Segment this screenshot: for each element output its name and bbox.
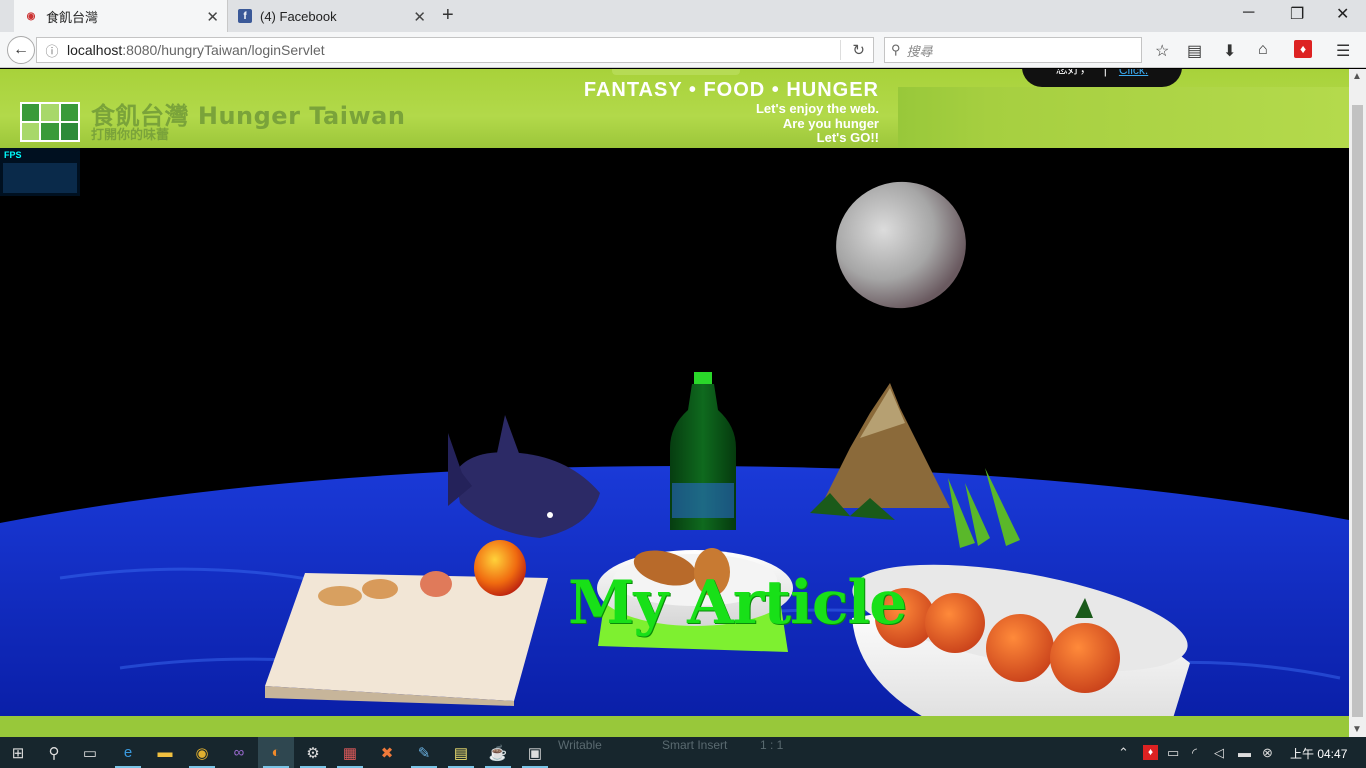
facebook-favicon: f [238, 9, 252, 23]
apple [474, 540, 526, 596]
browser-nav-bar: ← ⓘ localhost:8080/hungryTaiwan/loginSer… [0, 32, 1366, 68]
browser-tab-bar: ◉ 食飢台灣 ✕ f (4) Facebook ✕ + ─ ❐ ✕ [0, 0, 1366, 32]
url-path: :8080/hungryTaiwan/loginServlet [122, 42, 325, 58]
edge-icon[interactable]: e [110, 737, 146, 768]
menu-icon[interactable]: ☰ [1336, 41, 1350, 61]
moon [836, 181, 966, 309]
user-click-link[interactable]: Click. [1119, 69, 1148, 77]
bookmark-star-icon[interactable]: ☆ [1155, 41, 1169, 61]
scroll-up-icon[interactable]: ▲ [1352, 71, 1362, 82]
pill-divider: | [1103, 69, 1107, 77]
reload-icon[interactable]: ↻ [852, 41, 865, 59]
my-article-label[interactable]: My Article [568, 568, 907, 638]
download-icon[interactable]: ⬇ [1223, 41, 1236, 61]
site-subtitle: 打開你的味蕾 [91, 127, 170, 142]
back-arrow-icon[interactable]: ← [7, 36, 35, 64]
tray-expand-icon[interactable]: ⌃ [1118, 745, 1129, 761]
volume-muted-icon[interactable]: ◁ [1214, 745, 1224, 761]
tagline-3: Let's GO!! [816, 130, 879, 145]
tab-title: (4) Facebook [260, 8, 337, 24]
tab-hunger-taiwan[interactable]: ◉ 食飢台灣 ✕ [14, 0, 228, 32]
close-tab-icon[interactable]: ✕ [206, 8, 219, 26]
user-login-pill: 您好， | Click. [1022, 69, 1182, 87]
hunger-taiwan-favicon: ◉ [26, 10, 36, 22]
start-icon[interactable]: ⊞ [0, 737, 36, 768]
close-window-icon[interactable]: ✕ [1336, 4, 1349, 24]
site-info-icon[interactable]: ⓘ [37, 41, 67, 60]
taskbar-clock[interactable]: 上午 04:47 [1290, 745, 1347, 762]
webgl-scene[interactable]: My Article [0, 148, 1349, 737]
xampp-icon[interactable]: ✖ [369, 737, 405, 768]
url-bar[interactable]: ⓘ localhost:8080/hungryTaiwan/loginServl… [36, 37, 874, 63]
terminal-icon[interactable]: ▣ [517, 737, 553, 768]
fps-meter[interactable]: FPS [0, 148, 80, 196]
windows-taskbar: ⊞ ⚲ ▭ e ▬ ◉ ∞ ◐ ⚙ ▦ ✖ ✎ ▤ ☕ ▣ Writable S… [0, 737, 1366, 768]
paint-icon[interactable]: ✎ [406, 737, 442, 768]
java-icon[interactable]: ☕ [480, 737, 516, 768]
fps-label: FPS [4, 150, 22, 160]
search-icon: ⚲ [891, 42, 901, 57]
minimize-icon[interactable]: ─ [1243, 4, 1254, 22]
settings-icon[interactable]: ⚙ [295, 737, 331, 768]
page-scrollbar[interactable]: ▲ ▼ [1349, 69, 1366, 737]
tab-facebook[interactable]: f (4) Facebook ✕ [228, 0, 434, 32]
notepad-icon[interactable]: ▤ [443, 737, 479, 768]
tray-app-icon[interactable]: ♦ [1143, 745, 1158, 760]
page-content: My Article 食飢台灣 Hunger Taiwan 打開你的味蕾 FAN… [0, 69, 1349, 737]
file-explorer-icon[interactable]: ▬ [147, 737, 183, 768]
reading-list-icon[interactable]: ▤ [1187, 41, 1202, 61]
close-tab-icon[interactable]: ✕ [413, 8, 426, 26]
url-host: localhost [67, 42, 123, 58]
restore-icon[interactable]: ❐ [1290, 4, 1304, 24]
chrome-icon[interactable]: ◉ [184, 737, 220, 768]
firefox-icon[interactable]: ◐ [258, 737, 294, 768]
wifi-icon[interactable]: ◜ [1192, 745, 1197, 761]
editor-position-status: 1 : 1 [760, 738, 784, 752]
scrollbar-thumb[interactable] [1352, 105, 1363, 717]
url-divider [840, 40, 841, 60]
tagline-1: Let's enjoy the web. [755, 101, 879, 116]
task-view-icon[interactable]: ▭ [72, 737, 108, 768]
bottle [670, 372, 736, 530]
scroll-down-icon[interactable]: ▼ [1352, 724, 1362, 735]
search-icon[interactable]: ⚲ [36, 737, 72, 768]
editor-insert-status: Smart Insert [662, 738, 728, 752]
tagline-2: Are you hunger [782, 116, 879, 131]
user-greeting: 您好， [1055, 69, 1092, 76]
editor-writable-status: Writable [558, 738, 602, 752]
search-placeholder: 搜尋 [906, 43, 933, 59]
slogan: FANTASY • FOOD • HUNGER [583, 79, 879, 101]
app-icon[interactable]: ▦ [332, 737, 368, 768]
home-icon[interactable]: ⌂ [1258, 41, 1268, 59]
header-panel [898, 87, 1349, 148]
new-tab-icon[interactable]: + [442, 4, 454, 27]
close-circle-icon[interactable]: ⊗ [1262, 745, 1273, 761]
site-logo[interactable] [20, 102, 80, 142]
site-header: 食飢台灣 Hunger Taiwan 打開你的味蕾 FANTASY • FOOD… [0, 69, 1349, 148]
search-input[interactable]: ⚲ 搜尋 [884, 37, 1142, 63]
app-icon[interactable]: ♦ [1294, 40, 1312, 58]
top-nav-tab[interactable] [612, 69, 740, 75]
site-footer [0, 716, 1349, 737]
battery-icon[interactable]: ▭ [1167, 745, 1179, 761]
visual-studio-icon[interactable]: ∞ [221, 737, 257, 768]
tab-title: 食飢台灣 [46, 9, 99, 25]
notification-icon[interactable]: ▬ [1238, 745, 1251, 760]
fps-graph [3, 163, 77, 193]
